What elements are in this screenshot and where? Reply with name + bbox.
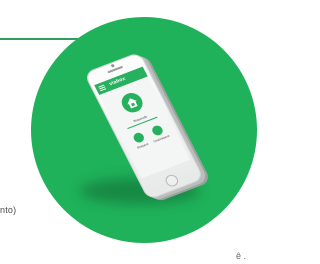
earpiece-speaker bbox=[107, 65, 124, 74]
menu-icon[interactable] bbox=[98, 84, 107, 92]
side-caption-text: nto) bbox=[0, 205, 17, 215]
phone-home-button bbox=[163, 173, 181, 189]
app-brand-label: viabox bbox=[108, 75, 127, 88]
bottom-caption-text: ê . bbox=[236, 251, 247, 261]
app-header-bar: viabox bbox=[94, 66, 148, 96]
front-camera bbox=[110, 63, 115, 68]
home-lock-icon[interactable] bbox=[118, 90, 147, 116]
